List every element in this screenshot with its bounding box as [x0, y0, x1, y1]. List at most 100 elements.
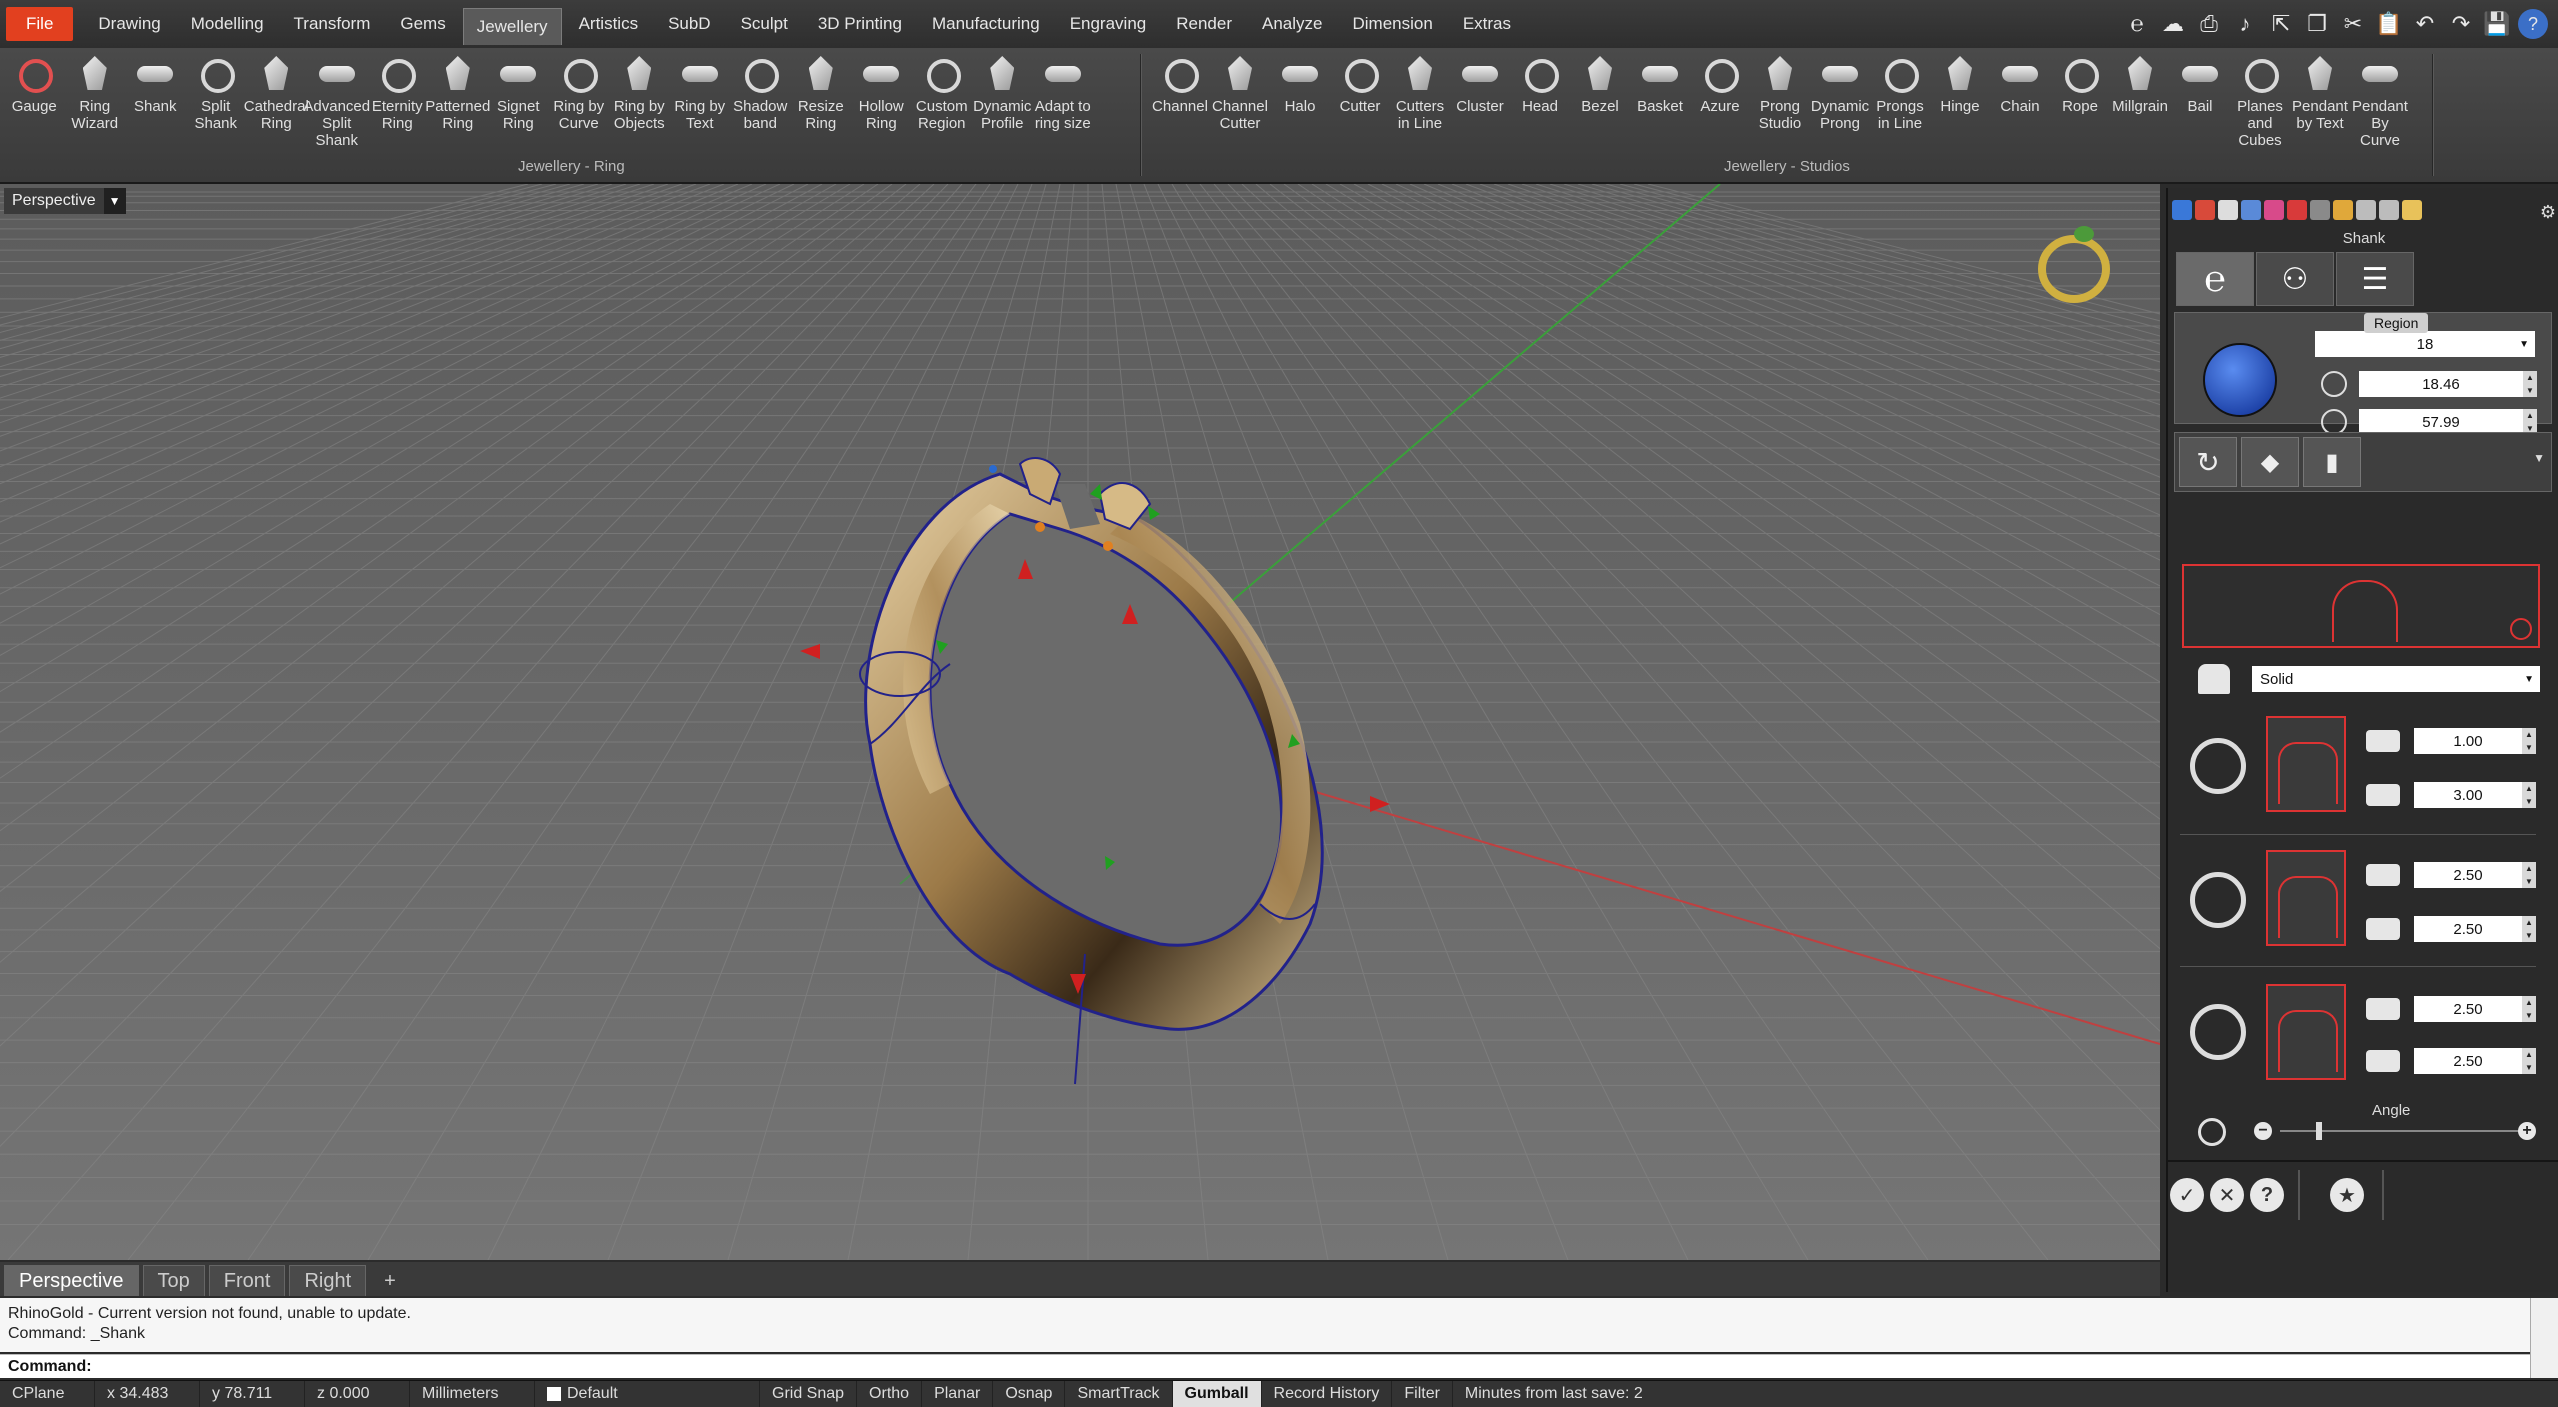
toggle-record-history[interactable]: Record History — [1262, 1381, 1393, 1407]
tool-adapt-ring-size-button[interactable]: Adapt to ring size — [1033, 48, 1094, 166]
toggle-osnap[interactable]: Osnap — [993, 1381, 1066, 1407]
status-layer[interactable]: Default — [535, 1381, 760, 1407]
tool-bail-button[interactable]: Bail — [2170, 48, 2230, 166]
microphone-icon[interactable]: ♪ — [2230, 9, 2260, 39]
tab-settings[interactable]: ☰ — [2336, 252, 2414, 306]
angle-reset-icon[interactable] — [2198, 1118, 2226, 1146]
minus-icon[interactable]: − — [2254, 1122, 2272, 1140]
menu-extras[interactable]: Extras — [1450, 7, 1524, 41]
help-question-icon[interactable]: ? — [2250, 1178, 2284, 1212]
profile-shape-preview[interactable] — [2266, 984, 2346, 1080]
panel-tab-icon[interactable] — [2333, 200, 2353, 220]
tool-basket-button[interactable]: Basket — [1630, 48, 1690, 166]
panel-tab-icon[interactable] — [2195, 200, 2215, 220]
tool-hollow-ring-button[interactable]: Hollow Ring — [851, 48, 912, 166]
toggle-planar[interactable]: Planar — [922, 1381, 994, 1407]
copy-icon[interactable]: ❐ — [2302, 9, 2332, 39]
tool-signet-ring-button[interactable]: Signet Ring — [488, 48, 549, 166]
undo-icon[interactable]: ↶ — [2410, 9, 2440, 39]
rotate-icon[interactable]: ↻ — [2179, 437, 2237, 487]
menu-render[interactable]: Render — [1163, 7, 1245, 41]
tool-shadow-band-button[interactable]: Shadow band — [730, 48, 791, 166]
perspective-viewport[interactable]: Perspective ▼ — [0, 184, 2160, 1260]
panel-tab-icon[interactable] — [2356, 200, 2376, 220]
toggle-filter[interactable]: Filter — [1392, 1381, 1453, 1407]
profile-2-width-spinner[interactable]: ▲ ▼ — [2522, 862, 2536, 888]
profile-3-height-field[interactable]: 2.50 — [2414, 1048, 2522, 1074]
tool-bezel-button[interactable]: Bezel — [1570, 48, 1630, 166]
profile-2-width-field[interactable]: 2.50 — [2414, 862, 2522, 888]
printer-icon[interactable]: ⎙ — [2194, 9, 2224, 39]
panel-tab-icon[interactable] — [2402, 200, 2422, 220]
angle-slider-thumb[interactable] — [2316, 1122, 2322, 1140]
profile-3-width-spinner[interactable]: ▲ ▼ — [2522, 996, 2536, 1022]
tool-chain-button[interactable]: Chain — [1990, 48, 2050, 166]
tool-millgrain-button[interactable]: Millgrain — [2110, 48, 2170, 166]
profile-1-height-field[interactable]: 3.00 — [2414, 782, 2522, 808]
profile-1-width-field[interactable]: 1.00 — [2414, 728, 2522, 754]
paste-icon[interactable]: 📋 — [2374, 9, 2404, 39]
tool-ring-by-objects-button[interactable]: Ring by Objects — [609, 48, 670, 166]
profile-shape-preview[interactable] — [2266, 716, 2346, 812]
panel-tab-icon[interactable] — [2264, 200, 2284, 220]
ring-size-select[interactable]: 18 ▼ — [2315, 331, 2535, 357]
menu-analyze[interactable]: Analyze — [1249, 7, 1335, 41]
panel-tab-icon[interactable] — [2379, 200, 2399, 220]
tool-halo-button[interactable]: Halo — [1270, 48, 1330, 166]
tool-pendant-by-text-button[interactable]: Pendant by Text — [2290, 48, 2350, 166]
tool-resize-ring-button[interactable]: Resize Ring — [791, 48, 852, 166]
redo-icon[interactable]: ↷ — [2446, 9, 2476, 39]
toggle-smarttrack[interactable]: SmartTrack — [1065, 1381, 1173, 1407]
menu-modelling[interactable]: Modelling — [178, 7, 277, 41]
tab-front[interactable]: Front — [208, 1265, 286, 1296]
panel-tab-icon[interactable] — [2310, 200, 2330, 220]
toggle-ortho[interactable]: Ortho — [857, 1381, 923, 1407]
profile-3-height-spinner[interactable]: ▲ ▼ — [2522, 1048, 2536, 1074]
profile-type-select[interactable]: Solid ▼ — [2252, 666, 2540, 692]
export-icon[interactable]: ⇱ — [2266, 9, 2296, 39]
status-cplane[interactable]: CPlane — [0, 1381, 95, 1407]
menu-sculpt[interactable]: Sculpt — [728, 7, 801, 41]
tool-advanced-split-shank-button[interactable]: Advanced Split Shank — [303, 48, 370, 166]
menu-drawing[interactable]: Drawing — [85, 7, 173, 41]
tool-dynamic-profile-button[interactable]: Dynamic Profile — [972, 48, 1033, 166]
tool-shank-button[interactable]: Shank — [125, 48, 186, 166]
tool-patterned-ring-button[interactable]: Patterned Ring — [425, 48, 490, 166]
tool-prongs-in-line-button[interactable]: Prongs in Line — [1870, 48, 1930, 166]
tool-hinge-button[interactable]: Hinge — [1930, 48, 1990, 166]
menu-subd[interactable]: SubD — [655, 7, 724, 41]
menu-transform[interactable]: Transform — [281, 7, 384, 41]
tool-cluster-button[interactable]: Cluster — [1450, 48, 1510, 166]
tool-ring-by-curve-button[interactable]: Ring by Curve — [549, 48, 610, 166]
menu-manufacturing[interactable]: Manufacturing — [919, 7, 1053, 41]
tool-planes-cubes-button[interactable]: Planes and Cubes — [2230, 48, 2290, 166]
tab-top[interactable]: Top — [142, 1265, 205, 1296]
rhinogold-icon[interactable]: ℮ — [2122, 9, 2152, 39]
menu-jewellery[interactable]: Jewellery — [462, 7, 562, 45]
profile-2-height-field[interactable]: 2.50 — [2414, 916, 2522, 942]
tool-eternity-ring-button[interactable]: Eternity Ring — [367, 48, 428, 166]
tool-cutter-button[interactable]: Cutter — [1330, 48, 1390, 166]
plus-icon[interactable]: + — [2518, 1122, 2536, 1140]
panel-tab-icon[interactable] — [2287, 200, 2307, 220]
diamond-icon[interactable]: ◆ — [2241, 437, 2299, 487]
tool-channel-cutter-button[interactable]: Channel Cutter — [1210, 48, 1270, 166]
status-units[interactable]: Millimeters — [410, 1381, 535, 1407]
tool-split-shank-button[interactable]: Split Shank — [186, 48, 247, 166]
cloud-icon[interactable]: ☁ — [2158, 9, 2188, 39]
panel-tab-icon[interactable] — [2241, 200, 2261, 220]
menu-file[interactable]: File — [6, 7, 74, 41]
help-icon[interactable]: ? — [2518, 9, 2548, 39]
tool-gauge-button[interactable]: Gauge — [4, 48, 65, 166]
favorite-star-icon[interactable]: ★ — [2330, 1178, 2364, 1212]
profile-1-width-spinner[interactable]: ▲ ▼ — [2522, 728, 2536, 754]
profile-2-height-spinner[interactable]: ▲ ▼ — [2522, 916, 2536, 942]
add-viewport-icon[interactable]: + — [370, 1266, 410, 1296]
shank-profile-preview[interactable] — [2182, 564, 2540, 648]
tool-azure-button[interactable]: Azure — [1690, 48, 1750, 166]
chevron-down-icon[interactable]: ▼ — [2533, 451, 2545, 465]
menu-gems[interactable]: Gems — [387, 7, 458, 41]
panel-tab-icon[interactable] — [2218, 200, 2238, 220]
tool-rope-button[interactable]: Rope — [2050, 48, 2110, 166]
tab-ring-size[interactable]: ℮ — [2176, 252, 2254, 306]
